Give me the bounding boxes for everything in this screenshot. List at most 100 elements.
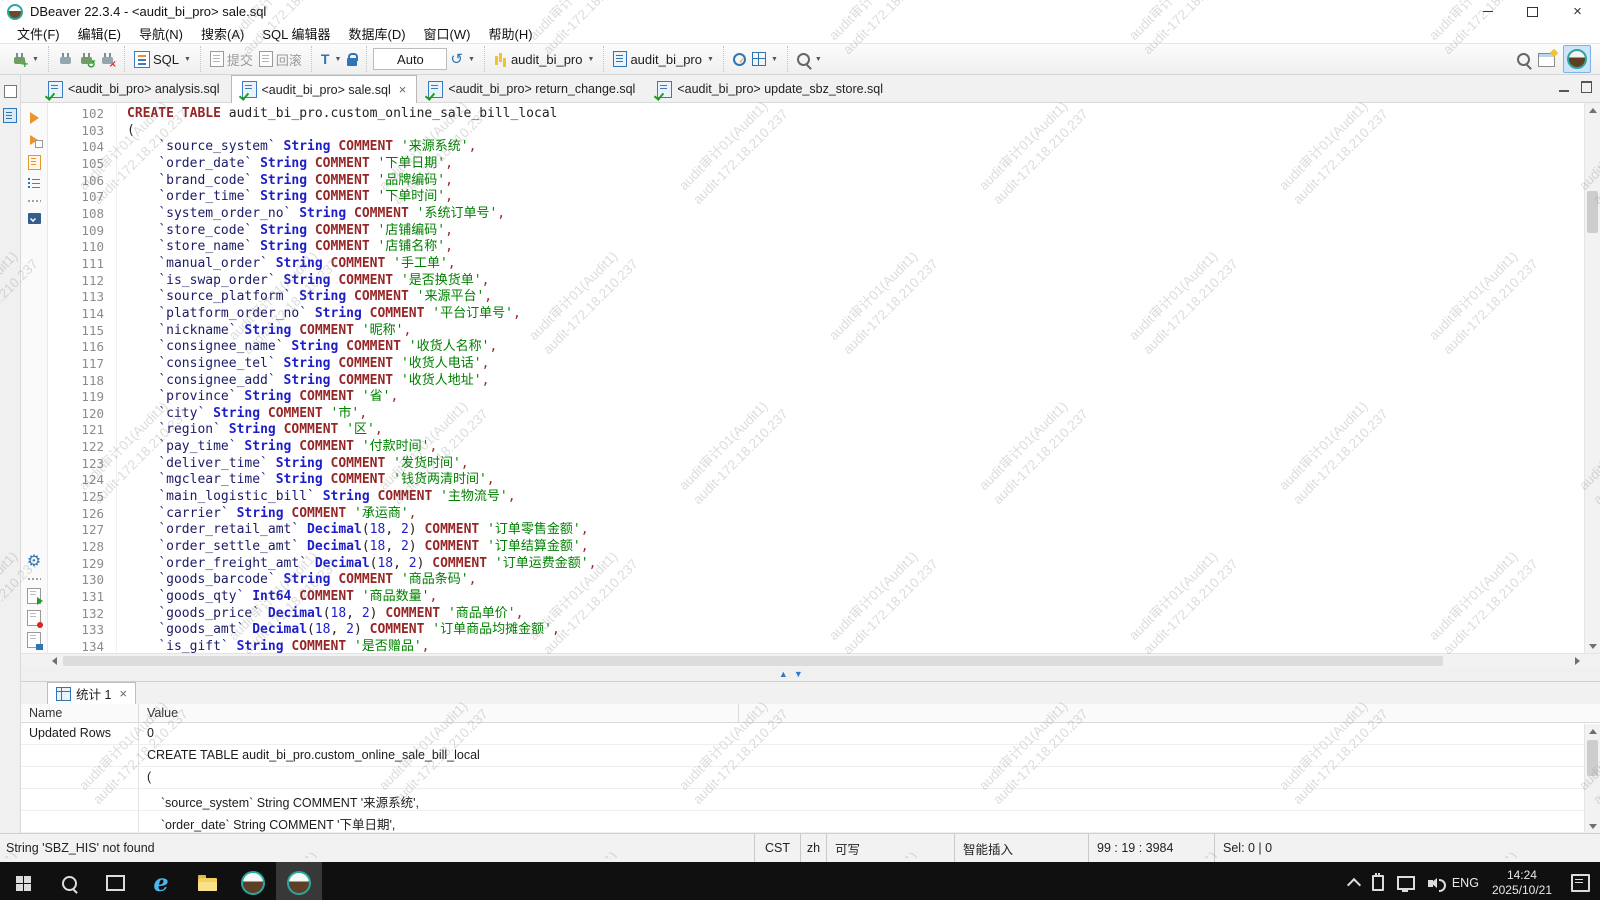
chevron-down-icon[interactable]: ▼	[32, 56, 39, 63]
usb-icon[interactable]	[1372, 875, 1384, 891]
scroll-up-icon[interactable]	[1585, 724, 1600, 738]
notification-center-icon[interactable]	[1571, 874, 1590, 892]
sash-restore-icon[interactable]: ▼	[794, 668, 803, 681]
close-button[interactable]: ×	[1555, 0, 1600, 23]
chevron-down-icon[interactable]: ▼	[184, 56, 191, 63]
code-line: `brand_code` String COMMENT '品牌编码',	[127, 173, 1584, 190]
table-row[interactable]: (	[21, 767, 1600, 789]
rollback-button[interactable]: 回滚	[256, 48, 305, 71]
schema-selector[interactable]: audit_bi_pro ▼	[610, 49, 717, 69]
editor-vertical-scrollbar[interactable]	[1584, 103, 1600, 653]
input-language[interactable]: ENG	[1452, 876, 1479, 890]
statistics-tab[interactable]: 统计 1 ×	[47, 682, 136, 704]
maximize-button[interactable]	[1510, 0, 1555, 23]
network-icon[interactable]	[1397, 876, 1415, 890]
search-button[interactable]: ▼	[794, 51, 825, 68]
menu-item[interactable]: 文件(F)	[8, 24, 69, 43]
sash-maximize-icon[interactable]: ▲	[779, 668, 788, 681]
minimize-editor-icon[interactable]	[1559, 90, 1569, 92]
chevron-down-icon[interactable]: ▼	[468, 56, 475, 63]
open-output-button[interactable]	[25, 631, 43, 649]
status-insert-mode[interactable]: 智能插入	[954, 834, 1088, 862]
editor-results-sash[interactable]: ▲ ▼	[21, 668, 1600, 681]
results-scrollbar[interactable]	[1584, 724, 1600, 833]
editor-tab[interactable]: <audit_bi_pro> analysis.sql	[37, 75, 231, 102]
export-results-button[interactable]	[25, 587, 43, 605]
taskbar-search-button[interactable]	[46, 862, 92, 900]
scrollbar-thumb[interactable]	[1587, 191, 1598, 233]
execute-statement-button[interactable]	[25, 109, 43, 127]
save-log-button[interactable]	[25, 609, 43, 627]
explain-plan-button[interactable]	[25, 175, 43, 193]
column-header-value[interactable]: Value	[139, 704, 739, 722]
close-tab-icon[interactable]: ×	[399, 82, 407, 97]
dbeaver-taskbar-button-active[interactable]	[276, 862, 322, 900]
execute-script-button[interactable]	[25, 153, 43, 171]
new-connection-button[interactable]: + ▼	[9, 50, 42, 69]
chevron-down-icon[interactable]: ▼	[815, 56, 822, 63]
chevron-down-icon[interactable]: ▼	[588, 56, 595, 63]
close-tab-icon[interactable]: ×	[119, 686, 127, 701]
file-explorer-button[interactable]	[184, 862, 230, 900]
table-row[interactable]: Updated Rows0	[21, 723, 1600, 745]
minimize-button[interactable]	[1465, 0, 1510, 23]
tray-expand-icon[interactable]	[1347, 878, 1361, 892]
invalidate-button[interactable]: ×	[97, 50, 118, 69]
menu-item[interactable]: 窗口(W)	[415, 24, 480, 43]
open-console-button[interactable]	[25, 209, 43, 227]
reconnect-button[interactable]: ↺	[76, 50, 97, 69]
account-button[interactable]	[1563, 45, 1591, 73]
menu-item[interactable]: 搜索(A)	[192, 24, 253, 43]
execute-new-tab-button[interactable]	[25, 131, 43, 149]
internet-explorer-button[interactable]: e	[138, 862, 184, 900]
commit-button[interactable]: 提交	[207, 48, 256, 71]
table-row[interactable]: CREATE TABLE audit_bi_pro.custom_online_…	[21, 745, 1600, 767]
menu-item[interactable]: SQL 编辑器	[253, 24, 339, 43]
start-button[interactable]	[0, 862, 46, 900]
quick-search-icon[interactable]	[1517, 53, 1530, 66]
menu-item[interactable]: 数据库(D)	[340, 24, 415, 43]
scroll-up-icon[interactable]	[1585, 103, 1600, 117]
restore-panel-icon[interactable]	[4, 85, 17, 98]
column-header-name[interactable]: Name	[21, 704, 139, 722]
menu-item[interactable]: 导航(N)	[130, 24, 192, 43]
menu-item[interactable]: 编辑(E)	[69, 24, 130, 43]
maximize-editor-icon[interactable]	[1581, 81, 1592, 93]
chevron-down-icon[interactable]: ▼	[771, 56, 778, 63]
scrollbar-thumb[interactable]	[1587, 740, 1598, 776]
volume-icon[interactable]	[1428, 880, 1433, 887]
database-navigator-icon[interactable]	[3, 108, 17, 123]
table-row[interactable]: `order_date` String COMMENT '下单日期',	[21, 811, 1600, 833]
chevron-down-icon[interactable]: ▼	[707, 56, 714, 63]
code-editor[interactable]: 1021031041051061071081091101111121131141…	[48, 103, 1584, 653]
clock[interactable]: 14:24 2025/10/21	[1492, 868, 1552, 898]
lock-button[interactable]	[344, 50, 360, 68]
desktop: DBeaver 22.3.4 - <audit_bi_pro> sale.sql…	[0, 0, 1600, 900]
task-view-button[interactable]	[92, 862, 138, 900]
editor-tab[interactable]: <audit_bi_pro> update_sbz_store.sql	[646, 75, 894, 102]
scrollbar-thumb[interactable]	[63, 656, 1443, 666]
scroll-right-icon[interactable]	[1570, 654, 1584, 668]
editor-horizontal-scrollbar[interactable]	[21, 653, 1600, 668]
output-grid-button[interactable]: ▼	[749, 50, 781, 68]
commit-mode-combo[interactable]: Auto	[373, 48, 447, 70]
transaction-mode-button[interactable]: T ▼	[318, 49, 345, 69]
dashboard-button[interactable]	[730, 51, 749, 68]
database-selector[interactable]: audit_bi_pro ▼	[491, 50, 598, 69]
editor-tab[interactable]: <audit_bi_pro> return_change.sql	[417, 75, 646, 102]
scroll-down-icon[interactable]	[1585, 819, 1600, 833]
disconnect-button[interactable]	[55, 50, 76, 69]
chevron-down-icon[interactable]: ▼	[334, 56, 341, 63]
perspective-icon[interactable]	[1538, 53, 1555, 67]
editor-settings-button[interactable]: ⚙	[25, 553, 43, 571]
scroll-down-icon[interactable]	[1585, 639, 1600, 653]
scroll-left-icon[interactable]	[47, 654, 61, 668]
editor-tab[interactable]: <audit_bi_pro> sale.sql×	[231, 75, 418, 103]
status-writable[interactable]: 可写	[826, 834, 954, 862]
dbeaver-taskbar-button[interactable]	[230, 862, 276, 900]
sql-editor-button[interactable]: SQL ▼	[131, 49, 194, 70]
status-caret-position[interactable]: 99 : 19 : 3984	[1088, 834, 1214, 862]
transaction-log-button[interactable]: ↺ ▼	[447, 50, 478, 69]
menu-item[interactable]: 帮助(H)	[479, 24, 541, 43]
table-row[interactable]: `source_system` String COMMENT '来源系统',	[21, 789, 1600, 811]
